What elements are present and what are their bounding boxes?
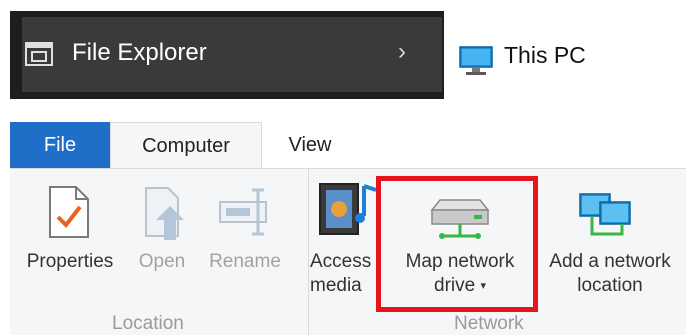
network-group-label: Network <box>454 313 524 334</box>
ribbon-tabs: File Computer View <box>10 122 686 169</box>
address-location-label[interactable]: File Explorer <box>72 39 207 67</box>
chevron-right-icon[interactable]: › <box>398 38 406 66</box>
open-icon <box>145 187 184 240</box>
current-location-label[interactable]: This PC <box>504 42 586 69</box>
highlight-box <box>376 176 538 312</box>
this-pc-icon <box>459 46 493 75</box>
group-divider <box>308 169 309 335</box>
tab-computer[interactable]: Computer <box>110 122 262 169</box>
file-explorer-icon <box>25 42 53 66</box>
media-icon <box>319 183 377 235</box>
add-network-location-label-line2: location <box>577 275 643 296</box>
network-location-icon <box>579 193 631 236</box>
properties-button[interactable]: Properties <box>20 250 120 274</box>
rename-button[interactable]: Rename <box>204 250 286 274</box>
access-media-button[interactable]: Access media <box>310 250 380 298</box>
access-media-label-line1: Access <box>310 251 372 272</box>
add-network-location-label-line1: Add a network <box>549 251 671 272</box>
tab-file[interactable]: File <box>10 122 110 168</box>
tab-view[interactable]: View <box>265 122 355 168</box>
rename-icon <box>219 188 267 236</box>
properties-icon <box>49 186 89 238</box>
add-network-location-button[interactable]: Add a network location <box>538 250 682 298</box>
open-button[interactable]: Open <box>132 250 192 274</box>
access-media-label-line2: media <box>310 275 362 296</box>
location-group-label: Location <box>112 313 184 334</box>
